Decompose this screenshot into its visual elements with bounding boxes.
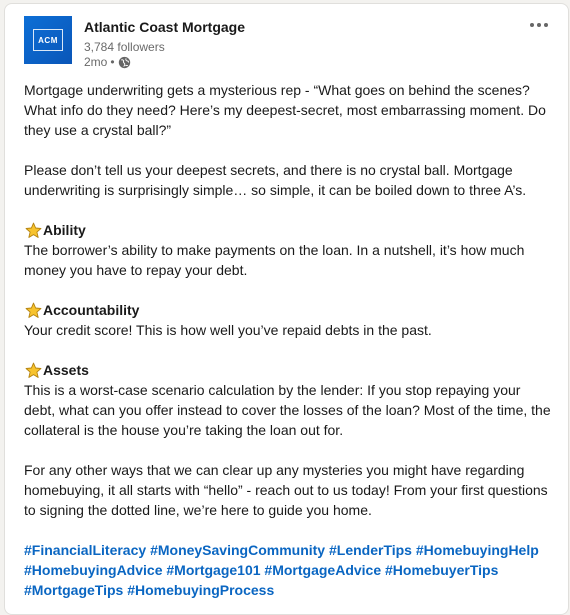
section-text: This is a worst-case scenario calculatio…: [24, 382, 551, 438]
hashtag-link[interactable]: #MoneySavingCommunity: [150, 542, 325, 558]
intro-paragraph: Mortgage underwriting gets a mysterious …: [24, 82, 546, 138]
section-heading-assets: Assets: [24, 360, 554, 380]
post-header: ACM Atlantic Coast Mortgage 3,784 follow…: [24, 16, 554, 72]
company-logo[interactable]: ACM: [24, 16, 72, 64]
company-logo-text: ACM: [33, 29, 63, 51]
hashtag-link[interactable]: #HomebuyingAdvice: [24, 562, 162, 578]
section-heading-accountability: Accountability: [24, 300, 554, 320]
section-text: Your credit score! This is how well you’…: [24, 322, 432, 338]
star-icon: [25, 222, 42, 238]
section-title: Assets: [43, 362, 89, 378]
post-meta: 2mo •: [84, 55, 131, 69]
more-options-icon[interactable]: [524, 14, 554, 36]
section-title: Accountability: [43, 302, 140, 318]
star-icon: [25, 302, 42, 318]
section-heading-ability: Ability: [24, 220, 554, 240]
company-name[interactable]: Atlantic Coast Mortgage: [84, 19, 245, 35]
intro-paragraph-2: Please don’t tell us your deepest secret…: [24, 162, 527, 198]
hashtag-link[interactable]: #MortgageTips: [24, 582, 123, 598]
hashtag-link[interactable]: #LenderTips: [329, 542, 412, 558]
post-body: Mortgage underwriting gets a mysterious …: [24, 80, 554, 600]
hashtag-link[interactable]: #FinancialLiteracy: [24, 542, 146, 558]
globe-icon: [118, 56, 130, 68]
hashtag-link[interactable]: #HomebuyingHelp: [416, 542, 539, 558]
follower-count: 3,784 followers: [84, 40, 165, 54]
closing-paragraph: For any other ways that we can clear up …: [24, 462, 548, 518]
hashtag-link[interactable]: #HomebuyerTips: [385, 562, 498, 578]
star-icon: [25, 362, 42, 378]
hashtag-link[interactable]: #MortgageAdvice: [264, 562, 381, 578]
hashtag-link[interactable]: #Mortgage101: [166, 562, 260, 578]
hashtag-list: #FinancialLiteracy #MoneySavingCommunity…: [24, 540, 554, 600]
hashtag-link[interactable]: #HomebuyingProcess: [127, 582, 274, 598]
post-time: 2mo: [84, 55, 108, 69]
section-title: Ability: [43, 222, 86, 238]
section-text: The borrower’s ability to make payments …: [24, 242, 525, 278]
post-card: ACM Atlantic Coast Mortgage 3,784 follow…: [4, 3, 569, 615]
meta-separator: •: [110, 55, 115, 69]
